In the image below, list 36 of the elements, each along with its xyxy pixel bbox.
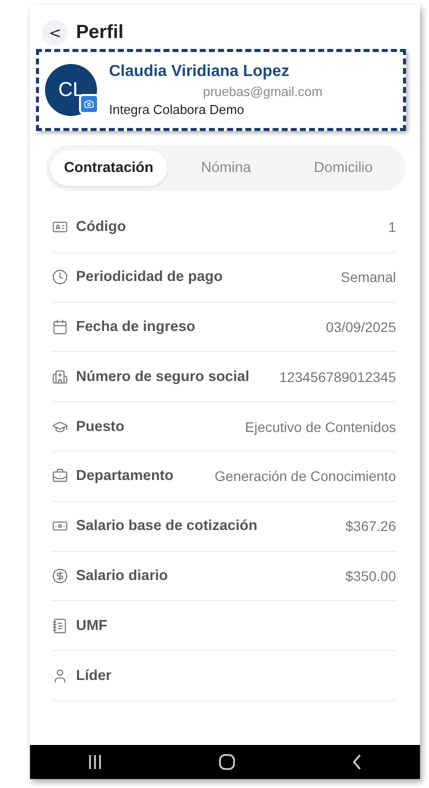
field-label: Fecha de ingreso (76, 318, 196, 335)
field-label: UMF (76, 618, 108, 634)
field-label: Código (76, 219, 126, 236)
field-value: Generación de Conocimiento (214, 468, 396, 484)
user-email: pruebas@gmail.com (202, 84, 322, 99)
field-label: Departamento (76, 468, 174, 484)
field-label: Número de seguro social (76, 368, 250, 385)
field-value: 03/09/2025 (326, 318, 396, 335)
briefcase-icon (52, 468, 68, 484)
field-value: Semanal (340, 269, 396, 286)
user-icon (52, 668, 68, 684)
company-name: Integra Colabora Demo (109, 102, 246, 117)
tab[interactable]: Contratación (50, 150, 168, 186)
field-value: 1 (388, 219, 396, 236)
avatar[interactable]: CL (45, 64, 97, 116)
field-label: Periodicidad de pago (76, 269, 223, 286)
back-icon[interactable] (352, 754, 362, 770)
home-icon[interactable] (218, 754, 235, 770)
field-label: Salario diario (76, 568, 168, 584)
field-value: $350.00 (345, 568, 396, 584)
page-title: Perfil (76, 22, 124, 44)
calendar-icon (52, 318, 68, 335)
field-label: Puesto (76, 418, 124, 435)
notebook-icon (52, 618, 68, 634)
recent-apps-icon[interactable] (88, 754, 102, 770)
field-value: 123456789012345 (279, 368, 396, 385)
field-label: Líder (76, 668, 112, 684)
building-icon (52, 368, 68, 385)
field-value: Ejecutivo de Contenidos (245, 418, 396, 435)
coin-icon (52, 568, 68, 584)
camera-icon[interactable] (79, 94, 99, 114)
field-label: Salario base de cotización (76, 518, 258, 534)
field-value: $367.26 (345, 518, 396, 534)
user-name: Claudia Viridiana Lopez (109, 63, 290, 81)
back-button[interactable]: < (42, 20, 68, 46)
clock-icon (52, 269, 68, 286)
